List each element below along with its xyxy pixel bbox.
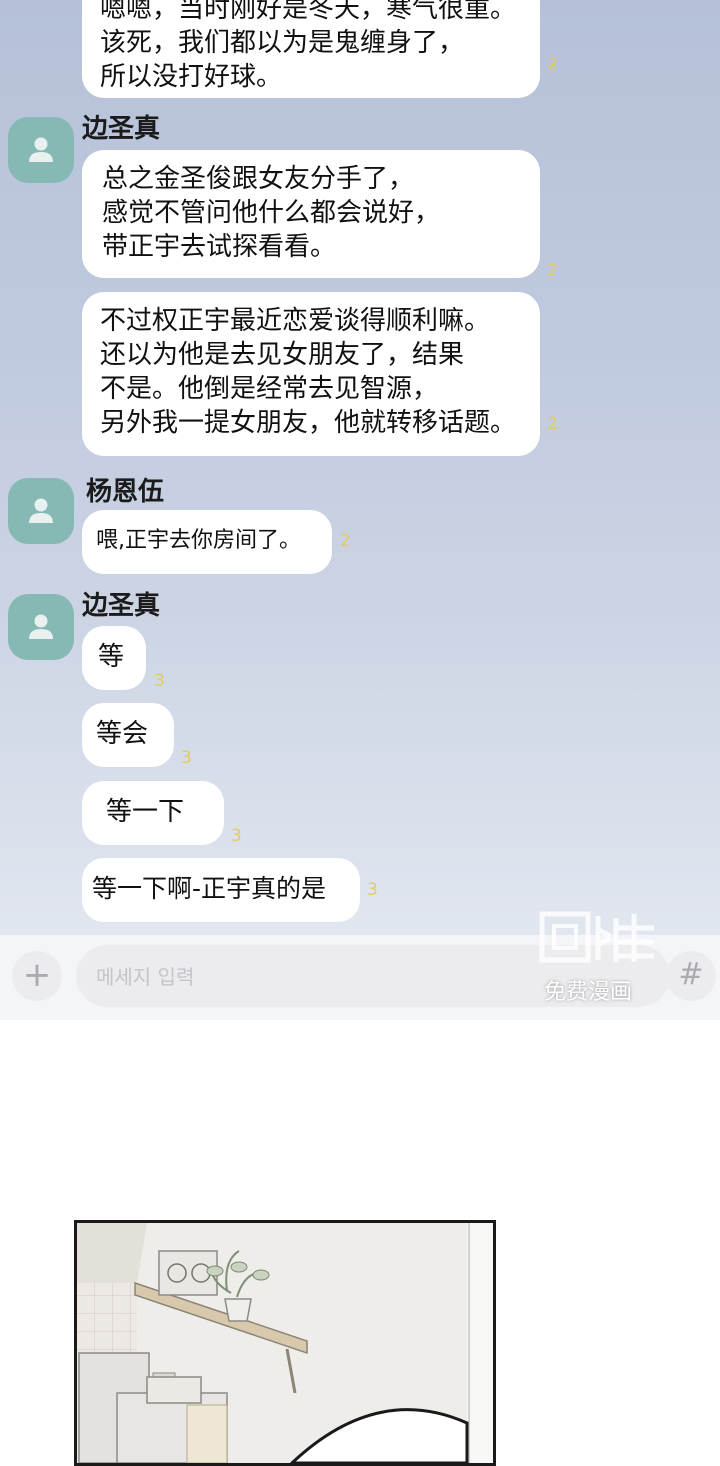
message-line: 嗯嗯，当时刚好是冬天，寒气很重。 [100,0,517,24]
user-icon [29,137,53,162]
read-count: 2 [340,531,351,551]
read-count: 3 [181,748,192,768]
message-line: 不过权正宇最近恋爱谈得顺利嘛。 [100,306,491,336]
chat-area: 嗯嗯，当时刚好是冬天，寒气很重。 该死，我们都以为是鬼缠身了， 所以没打好球。 … [0,0,720,935]
message-bubble[interactable]: 喂,正宇去你房间了。 [82,510,332,574]
message-line: 该死，我们都以为是鬼缠身了， [100,28,465,58]
sender-name: 边圣真 [82,114,161,144]
message-line: 另外我一提女朋友，他就转移话题。 [100,408,517,438]
user-icon [29,614,53,639]
message-bubble[interactable]: 不过权正宇最近恋爱谈得顺利嘛。 还以为他是去见女朋友了，结果 不是。他倒是经常去… [82,292,540,456]
read-count: 2 [547,261,558,281]
message-bubble[interactable]: 嗯嗯，当时刚好是冬天，寒气很重。 该死，我们都以为是鬼缠身了， 所以没打好球。 [82,0,540,98]
avatar[interactable] [8,594,74,660]
watermark-text: 免费漫画 [544,980,633,1005]
message-text: 喂,正宇去你房间了。 [96,528,301,553]
message-line: 不是。他倒是经常去见智源， [100,374,439,404]
message-bubble[interactable]: 等 [82,626,146,690]
read-count: 3 [231,826,242,846]
message-line: 所以没打好球。 [100,62,283,92]
user-icon [29,498,53,523]
message-text: 等一下 [106,797,185,827]
message-text: 等一下啊-正宇真的是 [92,874,327,903]
message-input-placeholder: 메세지 입력 [96,965,195,989]
message-line: 带正宇去试探看看。 [102,232,337,262]
message-text: 等 [98,642,125,672]
comic-panel-image [74,1220,496,1466]
message-bubble[interactable]: 等一下啊-正宇真的是 [82,858,360,922]
message-bubble[interactable]: 等会 [82,703,174,767]
read-count: 3 [154,671,165,691]
watermark-logo [538,906,658,970]
sender-name: 杨恩伍 [86,477,165,507]
message-bubble[interactable]: 总之金圣俊跟女友分手了， 感觉不管问他什么都会说好， 带正宇去试探看看。 [82,150,540,278]
message-text: 等会 [96,719,149,749]
message-bubble[interactable]: 等一下 [82,781,224,845]
message-line: 感觉不管问他什么都会说好， [102,198,441,228]
message-line: 总之金圣俊跟女友分手了， [102,164,415,194]
avatar[interactable] [8,117,74,183]
avatar[interactable] [8,478,74,544]
plus-icon[interactable]: + [12,951,62,1001]
sender-name: 边圣真 [82,591,161,621]
read-count: 2 [547,55,558,75]
hash-icon[interactable]: # [666,951,716,1001]
read-count: 3 [367,880,378,900]
message-line: 还以为他是去见女朋友了，结果 [100,340,465,370]
read-count: 2 [547,414,558,434]
